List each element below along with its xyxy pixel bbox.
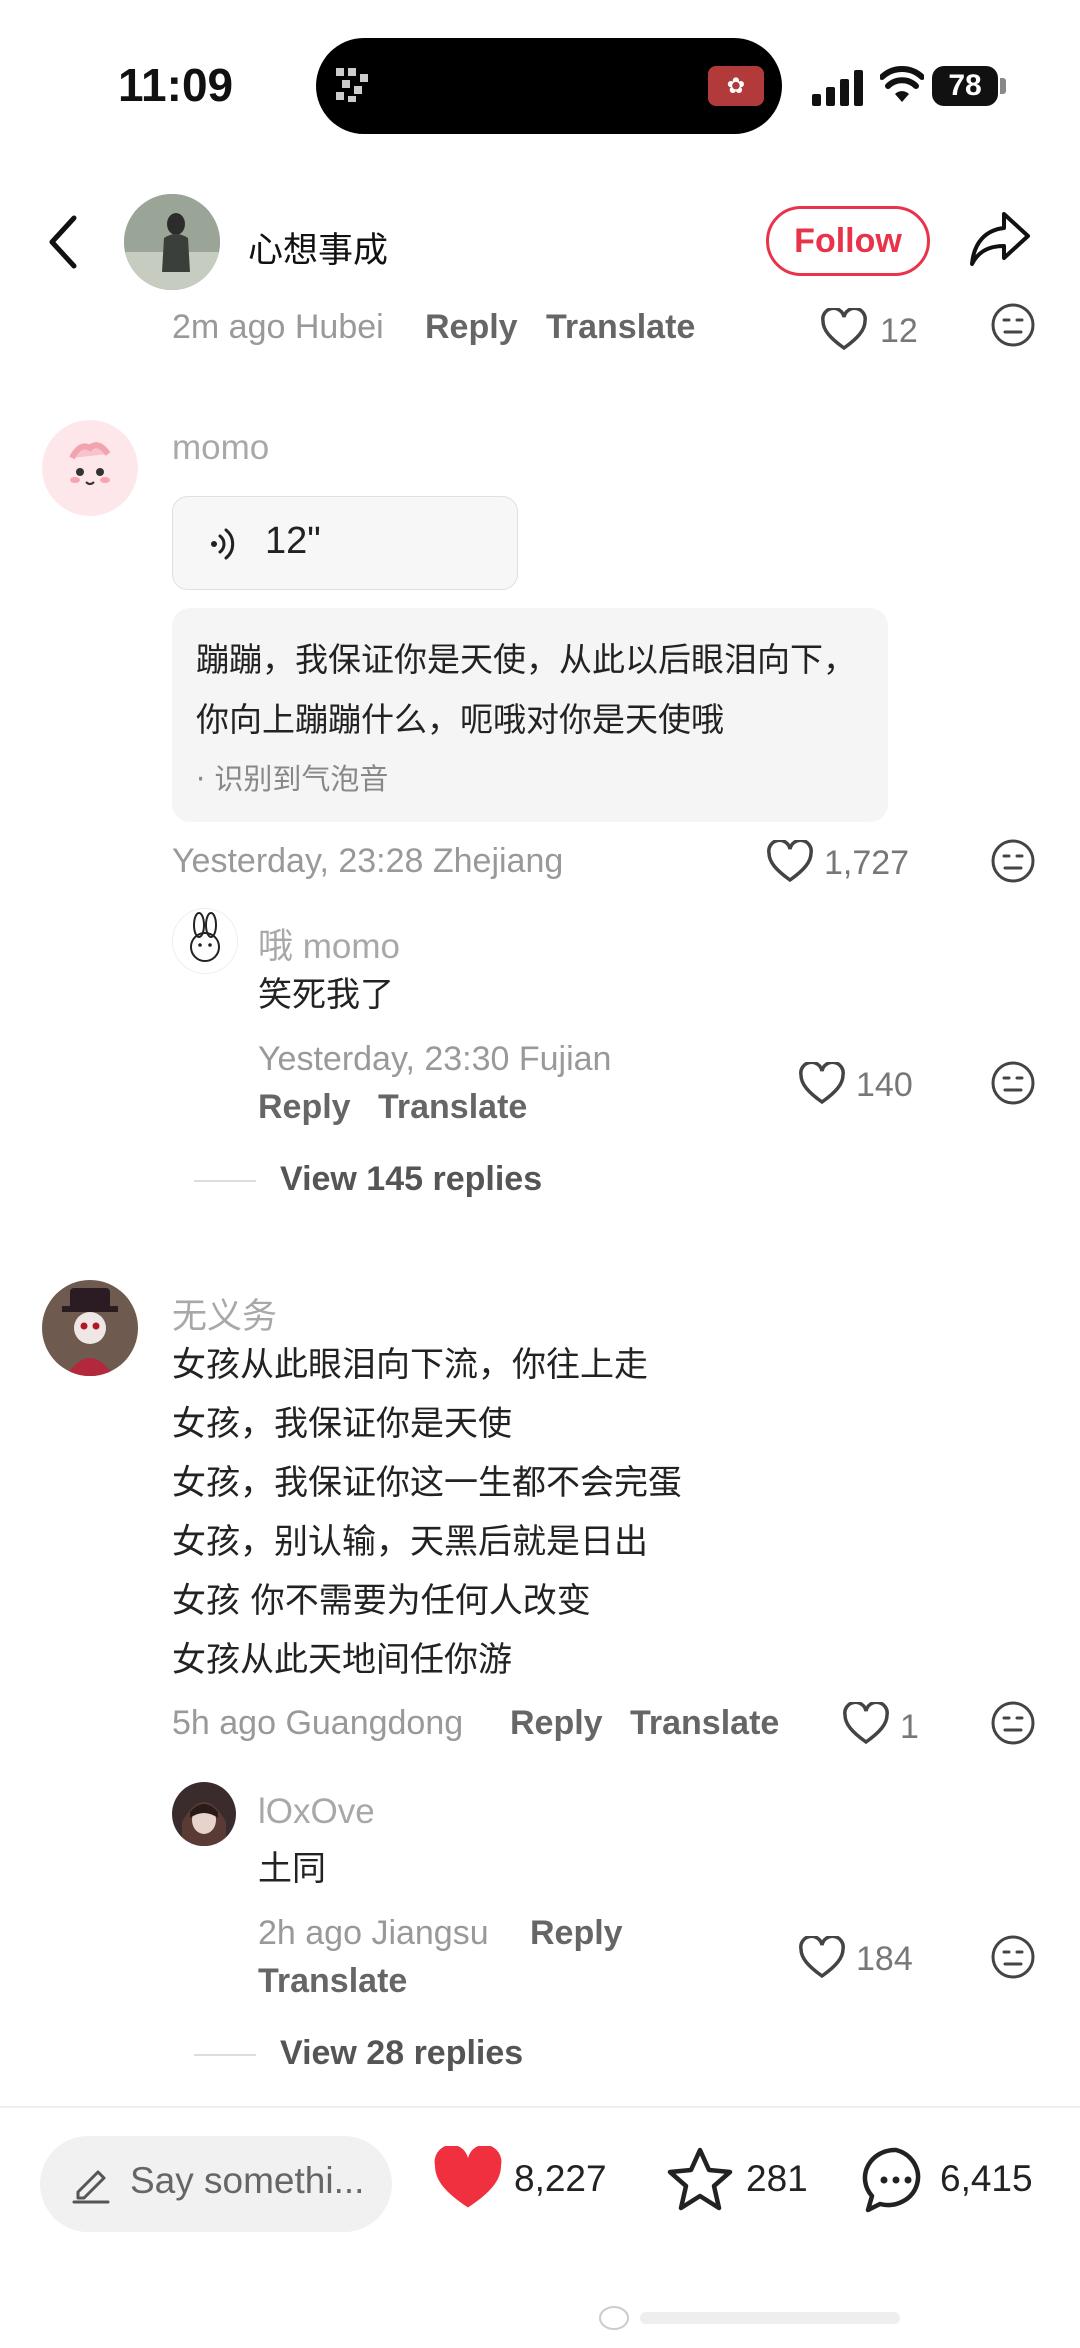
reply-button[interactable]: Reply [510, 1704, 603, 1743]
battery-nub [1000, 78, 1006, 94]
comment-meta: 5h ago Guangdong [172, 1704, 464, 1742]
comment-username[interactable]: 无义务 [172, 1288, 277, 1339]
heart-outline-icon[interactable] [820, 308, 868, 352]
comment-meta: 2m ago Hubei [172, 308, 384, 346]
follow-button[interactable]: Follow [766, 206, 930, 276]
dislike-face-icon[interactable] [990, 302, 1036, 348]
comment-line: 女孩，别认输，天黑后就是日出 [172, 1522, 648, 1562]
heart-outline-icon[interactable] [766, 840, 814, 884]
like-count: 184 [856, 1940, 913, 1978]
translate-button[interactable]: Translate [546, 308, 695, 347]
heart-filled-icon[interactable] [432, 2146, 504, 2212]
voice-duration: 12" [265, 520, 321, 562]
reply-text: 土同 [258, 1849, 326, 1889]
post-comment-count: 6,415 [940, 2158, 1033, 2199]
transcript-note: · 识别到气泡音 [196, 762, 389, 796]
comment-meta: Yesterday, 23:28 Zhejiang [172, 842, 564, 880]
dislike-face-icon[interactable] [990, 838, 1036, 884]
reply-meta: Yesterday, 23:30 Fujian [258, 1040, 612, 1078]
heart-outline-icon[interactable] [798, 1062, 846, 1106]
view-replies-button[interactable]: View 145 replies [280, 1160, 542, 1199]
reply-text: 笑死我了 [258, 975, 394, 1015]
user-avatar[interactable] [42, 1280, 138, 1376]
view-replies-divider [194, 1180, 256, 1182]
view-replies-divider [194, 2054, 256, 2056]
comment-username[interactable]: momo [172, 428, 269, 468]
comment-input-placeholder[interactable]: Say somethi... [130, 2160, 364, 2202]
comment-line: 女孩 你不需要为任何人改变 [172, 1581, 591, 1621]
user-avatar[interactable] [172, 1782, 236, 1846]
comment-bubble-icon[interactable] [860, 2144, 932, 2216]
reply-meta: 2h ago Jiangsu [258, 1914, 489, 1952]
dislike-face-icon[interactable] [990, 1060, 1036, 1106]
reply-button[interactable]: Reply [530, 1914, 623, 1953]
post-like-count: 8,227 [514, 2158, 607, 2199]
like-count: 12 [880, 312, 918, 350]
user-avatar[interactable] [42, 420, 138, 516]
translate-button[interactable]: Translate [630, 1704, 779, 1743]
heart-outline-icon[interactable] [842, 1702, 890, 1746]
dislike-face-icon[interactable] [990, 1934, 1036, 1980]
reply-button[interactable]: Reply [425, 308, 518, 347]
share-icon[interactable] [968, 208, 1032, 268]
voice-transcript: 蹦蹦，我保证你是天使，从此以后眼泪向下，你向上蹦蹦什么，呃哦对你是天使哦 [196, 640, 856, 739]
flag-icon: ✿ [708, 66, 764, 106]
reply-username[interactable]: lOxOve [258, 1792, 375, 1832]
heart-outline-icon[interactable] [798, 1936, 846, 1980]
translate-button[interactable]: Translate [258, 1962, 407, 2001]
cellular-signal-icon [812, 70, 863, 106]
pencil-icon [72, 2170, 110, 2204]
like-count: 1,727 [824, 844, 910, 882]
view-replies-button[interactable]: View 28 replies [280, 2034, 523, 2073]
battery-indicator: 78 [932, 66, 998, 106]
comment-line: 女孩从此眼泪向下流，你往上走 [172, 1345, 648, 1385]
like-count: 140 [856, 1066, 913, 1104]
status-time: 11:09 [118, 59, 234, 111]
reply-button[interactable]: Reply [258, 1088, 351, 1127]
voice-wave-icon [211, 528, 235, 560]
wifi-icon [880, 66, 924, 102]
author-avatar[interactable] [124, 194, 220, 290]
dislike-face-icon[interactable] [990, 1700, 1036, 1746]
activity-icon [336, 68, 368, 102]
comment-line: 女孩，我保证你是天使 [172, 1404, 512, 1444]
user-avatar[interactable] [172, 908, 238, 974]
star-outline-icon[interactable] [664, 2144, 736, 2216]
reply-username[interactable]: 哦 momo [258, 918, 400, 969]
back-arrow-icon[interactable] [44, 212, 84, 272]
author-name[interactable]: 心想事成 [248, 222, 388, 273]
post-favorite-count: 281 [746, 2158, 808, 2199]
comment-line: 女孩从此天地间任你游 [172, 1640, 512, 1680]
bottom-bar-divider [0, 2106, 1080, 2108]
comment-line: 女孩，我保证你这一生都不会完蛋 [172, 1463, 682, 1503]
translate-button[interactable]: Translate [378, 1088, 527, 1127]
comment-text: 女孩从此眼泪向下流，你往上走 女孩，我保证你是天使 女孩，我保证你这一生都不会完… [172, 1336, 682, 1690]
like-count: 1 [900, 1708, 919, 1746]
watermark-logo [599, 2306, 900, 2330]
